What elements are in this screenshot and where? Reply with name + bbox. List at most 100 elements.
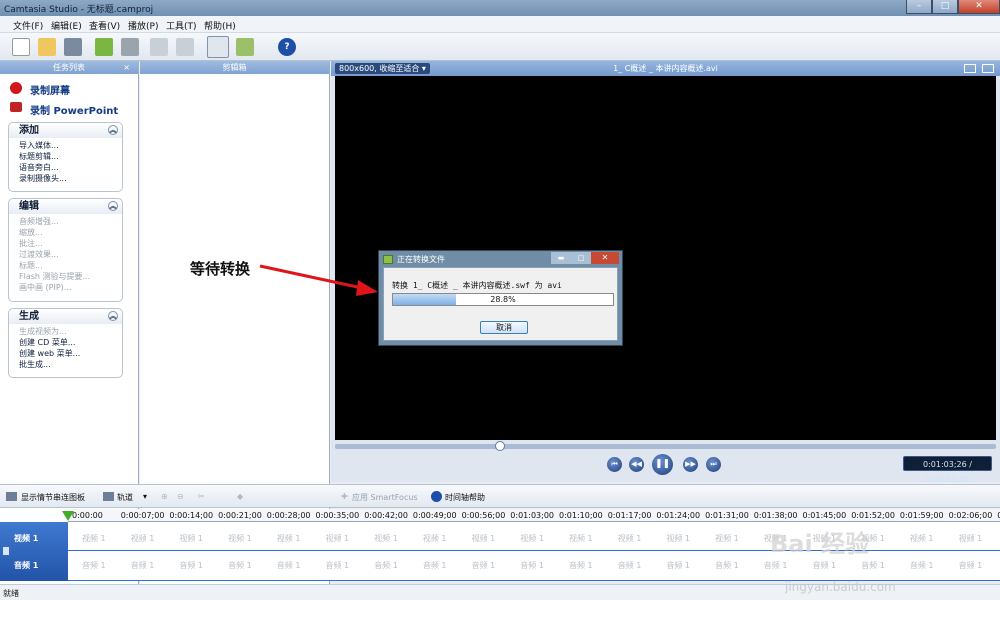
zoom-link[interactable]: 缩放... (19, 227, 118, 238)
tracks-button[interactable]: 轨道 (117, 492, 133, 503)
seek-handle[interactable] (495, 441, 506, 451)
collapse-icon[interactable]: ︽ (108, 201, 118, 211)
audio-clip-label: 音频 1 (666, 561, 691, 570)
menu-play[interactable]: 播放(P) (128, 19, 158, 32)
marker-icon[interactable]: ◆ (237, 492, 243, 501)
video-clip-label: 视频 1 (909, 534, 934, 543)
timeline-help-icon (431, 491, 442, 502)
size-selector[interactable]: 800x600, 收缩至适合 ▾ (335, 63, 430, 74)
tracks-dropdown-icon[interactable]: ▾ (143, 492, 147, 501)
video-clip-label: 视频 1 (82, 534, 106, 543)
annotation-text: 等待转换 (190, 260, 251, 278)
flash-quiz-link[interactable]: Flash 测验与提要... (19, 271, 118, 282)
ruler-tick-label: 0:00:42;00 (364, 511, 408, 520)
close-button[interactable]: ✕ (958, 0, 1000, 14)
audio-clip-label: 音频 1 (763, 561, 788, 570)
ruler-tick-label: 0:00:14;00 (169, 511, 214, 520)
ruler-tick-label: 0:00:35;00 (315, 511, 360, 520)
ruler-tick-label: 0:02:06;00 (948, 511, 993, 520)
ruler-tick-label: 0:00:07;00 (120, 511, 165, 520)
produce-section: 生成 ︽ 生成视频为... 创建 CD 菜单... 创建 web 菜单... 批生… (8, 308, 123, 378)
produce-icon[interactable] (236, 38, 254, 56)
cut-icon[interactable]: ✂ (198, 492, 205, 501)
playhead-icon[interactable] (62, 511, 74, 521)
tracks-icon (103, 492, 114, 501)
fit-screen-icon[interactable] (964, 64, 976, 73)
menu-tools[interactable]: 工具(T) (166, 19, 197, 32)
transition-link[interactable]: 过渡效果... (19, 249, 118, 260)
menu-view[interactable]: 查看(V) (89, 19, 120, 32)
collapse-icon[interactable]: ︽ (108, 125, 118, 135)
track-headers: 视频 1 音频 1 (0, 522, 68, 581)
maximize-button[interactable]: □ (932, 0, 958, 14)
ruler-tick-label: 0:01:10;00 (559, 511, 603, 520)
help-icon[interactable]: ? (278, 38, 296, 56)
add-section: 添加 ︽ 导入媒体... 标题剪辑... 语音旁白... 录制摄像头... (8, 122, 123, 192)
save-all-icon[interactable] (121, 38, 139, 56)
batch-produce-link[interactable]: 批生成... (19, 359, 118, 370)
import-icon[interactable] (95, 38, 113, 56)
open-icon[interactable] (38, 38, 56, 56)
video-clip-label: 视频 1 (374, 534, 398, 543)
main-toolbar: ? (0, 33, 1000, 61)
task-list-header: 任务列表 × (0, 61, 138, 74)
record-camera-link[interactable]: 录制摄像头... (19, 173, 118, 184)
add-section-title[interactable]: 添加 ︽ (9, 123, 122, 138)
new-icon[interactable] (12, 38, 30, 56)
pause-button[interactable]: ❚❚ (652, 454, 673, 475)
lock-icon[interactable] (3, 547, 9, 555)
title-link[interactable]: 标题... (19, 260, 118, 271)
video-track-label[interactable]: 视频 1 (14, 533, 38, 544)
smartfocus-button[interactable]: 应用 SmartFocus (352, 492, 418, 503)
task-list-close-icon[interactable]: × (123, 61, 130, 74)
ruler-tick-label: 0:01:17;00 (607, 511, 652, 520)
produce-video-link[interactable]: 生成视频为... (19, 326, 118, 337)
title-clip-link[interactable]: 标题剪辑... (19, 151, 118, 162)
progress-text: 28.8% (490, 295, 516, 304)
fast-forward-button[interactable]: ▶▶ (683, 457, 698, 472)
minimize-button[interactable]: – (906, 0, 932, 14)
collapse-icon[interactable]: ︽ (108, 311, 118, 321)
seek-bar[interactable] (335, 444, 996, 449)
save-icon[interactable] (64, 38, 82, 56)
callout-link[interactable]: 批注... (19, 238, 118, 249)
record-ppt-link[interactable]: 录制 PowerPoint (30, 102, 118, 117)
ruler-tick-label: 0:01:45;00 (802, 511, 847, 520)
zoom-in-icon[interactable]: ⊕ (161, 492, 168, 501)
zoom-out-icon[interactable]: ⊖ (177, 492, 184, 501)
audio-clip-label: 音频 1 (569, 561, 593, 570)
menu-edit[interactable]: 编辑(E) (51, 19, 82, 32)
timeline-help-button[interactable]: 时间轴帮助 (445, 492, 485, 503)
produce-section-title[interactable]: 生成 ︽ (9, 309, 122, 324)
import-media-link[interactable]: 导入媒体... (19, 140, 118, 151)
status-text: 就绪 (3, 589, 19, 598)
audio-track-label[interactable]: 音频 1 (14, 560, 38, 571)
prev-clip-button[interactable]: ⏮ (607, 457, 622, 472)
audio-enhance-link[interactable]: 音频增强... (19, 216, 118, 227)
pip-link[interactable]: 画中画 (PIP)... (19, 282, 118, 293)
menu-help[interactable]: 帮助(H) (204, 19, 236, 32)
undo-icon[interactable] (150, 38, 168, 56)
next-clip-button[interactable]: ⏭ (706, 457, 721, 472)
fullscreen-icon[interactable] (982, 64, 994, 73)
cancel-button[interactable]: 取消 (480, 321, 528, 334)
voice-narration-link[interactable]: 语音旁白... (19, 162, 118, 173)
dialog-minimize-button[interactable]: ▬ (551, 252, 571, 264)
dialog-close-button[interactable]: ✕ (591, 252, 619, 264)
watermark-logo: Bai 经验 (770, 530, 870, 558)
storyboard-button[interactable]: 显示情节串连图板 (21, 492, 85, 503)
annotation-arrow (259, 264, 378, 296)
dialog-maximize-button[interactable]: □ (571, 252, 591, 264)
redo-icon[interactable] (176, 38, 194, 56)
menu-bar: 文件(F) 编辑(E) 查看(V) 播放(P) 工具(T) 帮助(H) (0, 16, 1000, 33)
create-web-menu-link[interactable]: 创建 web 菜单... (19, 348, 118, 359)
edit-section: 编辑 ︽ 音频增强... 缩放... 批注... 过渡效果... 标题... Fl… (8, 198, 123, 302)
menu-file[interactable]: 文件(F) (13, 19, 43, 32)
record-screen-link[interactable]: 录制屏幕 (30, 82, 70, 97)
video-clip-label: 视频 1 (958, 534, 983, 543)
task-list-icon[interactable] (207, 36, 229, 58)
edit-section-title[interactable]: 编辑 ︽ (9, 199, 122, 214)
create-cd-menu-link[interactable]: 创建 CD 菜单... (19, 337, 118, 348)
time-ruler[interactable]: 0:00:00 0:00:07;00 0:00:14;00 0:00:21;00 0:0… (68, 509, 1000, 522)
rewind-button[interactable]: ◀◀ (629, 457, 644, 472)
